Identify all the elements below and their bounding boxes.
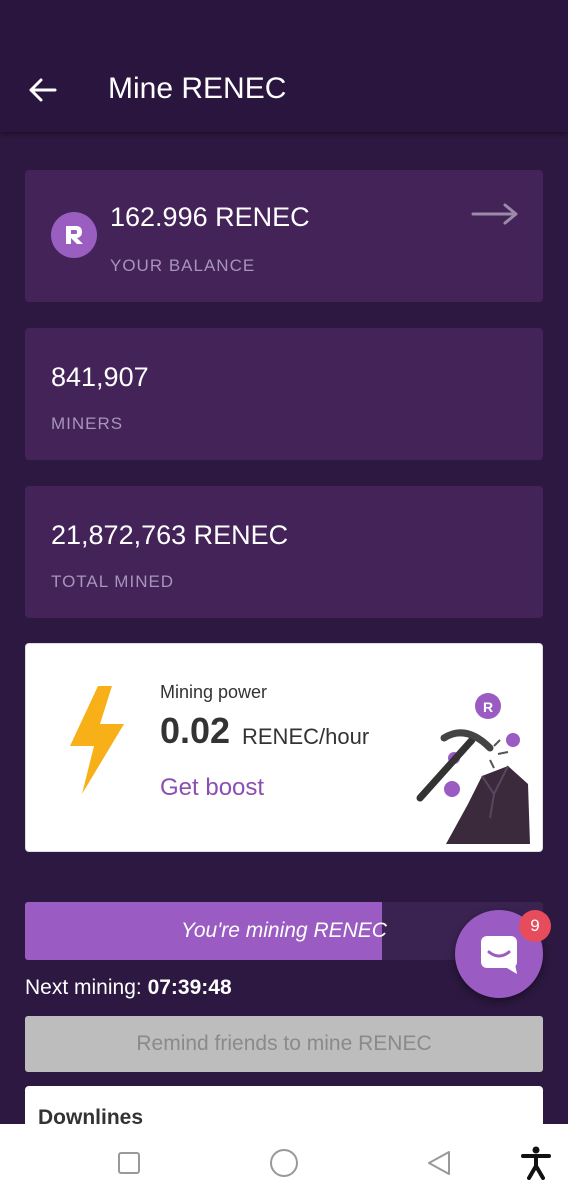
mining-power-unit: RENEC/hour bbox=[242, 724, 370, 749]
accessibility-button[interactable] bbox=[519, 1146, 553, 1180]
total-mined-value: 21,872,763 RENEC bbox=[51, 520, 289, 550]
arrow-left-icon bbox=[29, 78, 57, 102]
total-mined-card: 21,872,763 RENEC TOTAL MINED bbox=[25, 486, 543, 618]
mining-power-value: 0.02 bbox=[160, 710, 231, 751]
miners-card: 841,907 MINERS bbox=[25, 328, 543, 460]
next-mining-time: 07:39:48 bbox=[147, 976, 232, 999]
mining-power-label: Mining power bbox=[160, 682, 268, 702]
miners-label: MINERS bbox=[51, 414, 124, 433]
next-mining-label: Next mining: bbox=[25, 976, 142, 999]
renec-coin-icon bbox=[51, 212, 97, 258]
chat-icon bbox=[481, 936, 517, 974]
circle-icon bbox=[270, 1149, 298, 1177]
square-icon bbox=[118, 1152, 140, 1174]
total-mined-label: TOTAL MINED bbox=[51, 572, 175, 591]
accessibility-icon bbox=[521, 1146, 551, 1180]
page-title: Mine RENEC bbox=[108, 72, 287, 105]
chat-notification-badge: 9 bbox=[519, 910, 551, 942]
back-button[interactable] bbox=[22, 70, 62, 110]
pickaxe-mining-illustration: R bbox=[410, 688, 540, 849]
mining-power-card: Mining power 0.02 RENEC/hour Get boost R bbox=[25, 643, 543, 852]
get-boost-link[interactable]: Get boost bbox=[160, 774, 264, 802]
balance-card[interactable]: 162.996 RENEC YOUR BALANCE bbox=[25, 170, 543, 302]
balance-value: 162.996 RENEC bbox=[110, 202, 310, 232]
app-bar: Mine RENEC bbox=[0, 0, 568, 132]
svg-text:R: R bbox=[483, 699, 493, 715]
system-navigation-bar bbox=[0, 1124, 568, 1200]
next-mining-countdown: Next mining: 07:39:48 bbox=[25, 976, 232, 1000]
miners-value: 841,907 bbox=[51, 362, 149, 392]
lightning-bolt-icon bbox=[66, 684, 128, 801]
arrow-right-icon[interactable] bbox=[471, 202, 519, 231]
balance-label: YOUR BALANCE bbox=[110, 256, 256, 275]
remind-friends-button[interactable]: Remind friends to mine RENEC bbox=[25, 1016, 543, 1072]
back-nav-button[interactable] bbox=[422, 1146, 456, 1180]
home-button[interactable] bbox=[267, 1146, 301, 1180]
recent-apps-button[interactable] bbox=[112, 1146, 146, 1180]
triangle-back-icon bbox=[428, 1151, 450, 1175]
